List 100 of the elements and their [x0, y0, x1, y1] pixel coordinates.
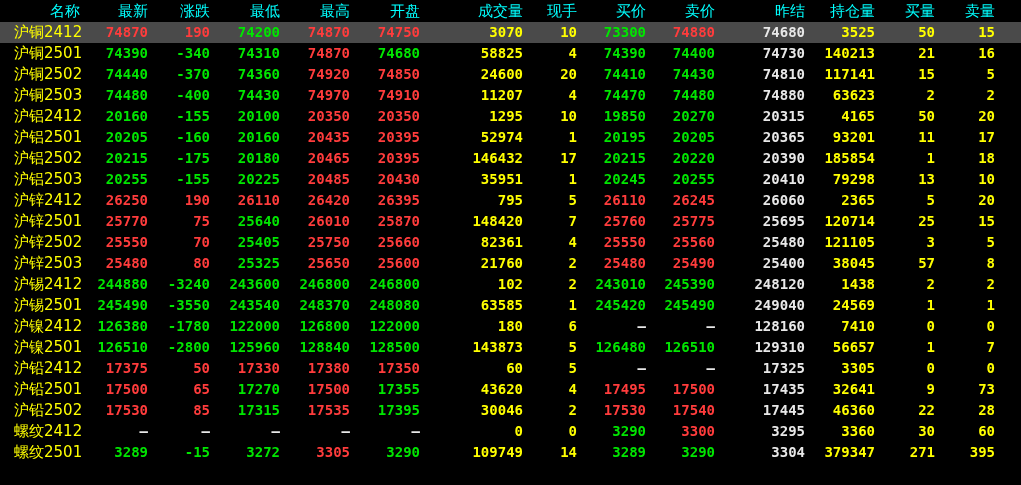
column-header[interactable]: 名称 [0, 0, 80, 22]
quote-row[interactable]: 沪铅2502 17530 85 17315 17535 17395 30046 2 17530 17540 17445 46360 22 28 [0, 400, 1021, 421]
quote-row[interactable]: 沪铝2412 20160 -155 20100 20350 20350 1295 10 19850 20270 20315 4165 50 20 [0, 106, 1021, 127]
contract-name: 沪铜2501 [14, 45, 83, 61]
quote-row[interactable]: 沪锌2502 25550 70 25405 25750 25660 82361 4 25550 25560 25480 121105 3 5 [0, 232, 1021, 253]
table-cell: 63585 [480, 297, 523, 313]
quote-row[interactable]: 沪铝2503 20255 -155 20225 20485 20430 35951 1 20245 20255 20410 79298 13 10 [0, 169, 1021, 190]
column-header[interactable]: 卖价 [646, 0, 715, 22]
quote-row[interactable]: 沪铜2503 74480 -400 74430 74970 74910 11207 4 74470 74480 74880 63623 2 2 [0, 85, 1021, 106]
quote-row[interactable]: 沪镍2501 126510 -2800 125960 128840 128500 143873 5 126480 126510 129310 56657 1 7 [0, 337, 1021, 358]
table-cell: 26110 [237, 192, 280, 208]
table-cell: 20100 [237, 108, 280, 124]
column-header[interactable]: 买价 [577, 0, 646, 22]
column-header[interactable]: 买量 [875, 0, 935, 22]
table-cell: 17325 [762, 360, 805, 376]
table-cell: 122000 [369, 318, 420, 334]
table-cell: 249040 [754, 297, 805, 313]
table-cell: 21760 [480, 255, 523, 271]
quote-row[interactable]: 沪镍2412 126380 -1780 122000 126800 122000 180 6 — — 128160 7410 0 0 [0, 316, 1021, 337]
table-cell: 3295 [771, 423, 805, 439]
table-cell: 74200 [237, 24, 280, 40]
table-cell: 146432 [472, 150, 523, 166]
table-cell: 121105 [824, 234, 875, 250]
table-cell: 126480 [595, 339, 646, 355]
quote-row[interactable]: 沪铜2412 74870 190 74200 74870 74750 3070 10 73300 74880 74680 3525 50 15 [0, 22, 1021, 43]
table-cell: 2 [986, 276, 995, 292]
table-cell: 117141 [824, 66, 875, 82]
quote-row[interactable]: 沪铝2501 20205 -160 20160 20435 20395 52974 1 20195 20205 20365 93201 11 17 [0, 127, 1021, 148]
table-cell: 25750 [307, 234, 350, 250]
quote-row[interactable]: 沪铜2502 74440 -370 74360 74920 74850 24600 20 74410 74430 74810 117141 15 5 [0, 64, 1021, 85]
column-header[interactable]: 最新 [80, 0, 148, 22]
table-cell: 128160 [754, 318, 805, 334]
table-cell: 25870 [377, 213, 420, 229]
table-cell: 74470 [603, 87, 646, 103]
quote-row[interactable]: 沪锡2501 245490 -3550 243540 248370 248080 63585 1 245420 245490 249040 24569 1 1 [0, 295, 1021, 316]
quote-row[interactable]: 沪铅2412 17375 50 17330 17380 17350 60 5 — — 17325 3305 0 0 [0, 358, 1021, 379]
table-cell: 11 [918, 129, 935, 145]
table-cell: -1780 [167, 318, 210, 334]
table-cell: 20365 [762, 129, 805, 145]
column-header[interactable]: 现手 [523, 0, 577, 22]
table-cell: 20245 [603, 171, 646, 187]
table-cell: 20395 [377, 129, 420, 145]
table-cell: 21 [918, 45, 935, 61]
table-cell: 74410 [603, 66, 646, 82]
table-cell: 50 [918, 24, 935, 40]
table-cell: 85 [193, 402, 210, 418]
table-cell: 129310 [754, 339, 805, 355]
column-header[interactable]: 涨跌 [148, 0, 210, 22]
table-cell: 0 [926, 318, 935, 334]
quote-row[interactable]: 沪锡2412 244880 -3240 243600 246800 246800 102 2 243010 245390 248120 1438 2 2 [0, 274, 1021, 295]
table-cell: 128840 [299, 339, 350, 355]
quote-row[interactable]: 沪铜2501 74390 -340 74310 74870 74680 58825 4 74390 74400 74730 140213 21 16 [0, 43, 1021, 64]
table-cell: 245490 [97, 297, 148, 313]
table-cell: 0 [986, 318, 995, 334]
table-cell: 20195 [603, 129, 646, 145]
column-header[interactable]: 最低 [210, 0, 280, 22]
table-cell: 125960 [229, 339, 280, 355]
column-header[interactable]: 持仓量 [805, 0, 875, 22]
table-cell: 243540 [229, 297, 280, 313]
contract-name: 沪锌2502 [14, 234, 83, 250]
table-cell: 4 [568, 234, 577, 250]
table-cell: 13 [918, 171, 935, 187]
contract-name: 沪铅2501 [14, 381, 83, 397]
table-cell: 1438 [841, 276, 875, 292]
table-cell: 18 [978, 150, 995, 166]
table-cell: 15 [978, 24, 995, 40]
table-cell: 52974 [480, 129, 523, 145]
table-cell: 190 [184, 192, 210, 208]
table-cell: 25600 [377, 255, 420, 271]
table-cell: 102 [497, 276, 523, 292]
quote-row[interactable]: 沪锌2503 25480 80 25325 25650 25600 21760 2 25480 25490 25400 38045 57 8 [0, 253, 1021, 274]
quote-row[interactable]: 螺纹2501 3289 -15 3272 3305 3290 109749 14 3289 3290 3304 379347 271 395 [0, 442, 1021, 463]
column-header[interactable]: 最高 [280, 0, 350, 22]
table-cell: -15 [184, 444, 210, 460]
table-cell: 1 [926, 339, 935, 355]
table-cell: 20 [978, 108, 995, 124]
table-cell: 7 [986, 339, 995, 355]
table-cell: 1 [568, 129, 577, 145]
column-header[interactable]: 卖量 [935, 0, 995, 22]
table-cell: 60 [506, 360, 523, 376]
quote-row[interactable]: 沪锌2501 25770 75 25640 26010 25870 148420 7 25760 25775 25695 120714 25 15 [0, 211, 1021, 232]
quote-row[interactable]: 沪铅2501 17500 65 17270 17500 17355 43620 4 17495 17500 17435 32641 9 73 [0, 379, 1021, 400]
table-cell: 58825 [480, 45, 523, 61]
table-cell: 74390 [603, 45, 646, 61]
column-header[interactable]: 开盘 [350, 0, 420, 22]
column-header[interactable]: 成交量 [420, 0, 523, 22]
quote-row[interactable]: 螺纹2412 — — — — — 0 0 3290 3300 3295 3360 30 60 [0, 421, 1021, 442]
table-cell: — [637, 360, 646, 376]
table-cell: 74430 [672, 66, 715, 82]
table-cell: 50 [918, 108, 935, 124]
quote-row[interactable]: 沪锌2412 26250 190 26110 26420 26395 795 5 26110 26245 26060 2365 5 20 [0, 190, 1021, 211]
table-cell: 30 [918, 423, 935, 439]
table-cell: 65 [193, 381, 210, 397]
table-cell: 20395 [377, 150, 420, 166]
column-header[interactable]: 昨结 [715, 0, 805, 22]
quote-row[interactable]: 沪铝2502 20215 -175 20180 20465 20395 146432 17 20215 20220 20390 185854 1 18 [0, 148, 1021, 169]
table-cell: 143873 [472, 339, 523, 355]
table-cell: 180 [497, 318, 523, 334]
table-cell: 1 [926, 150, 935, 166]
table-cell: 46360 [832, 402, 875, 418]
